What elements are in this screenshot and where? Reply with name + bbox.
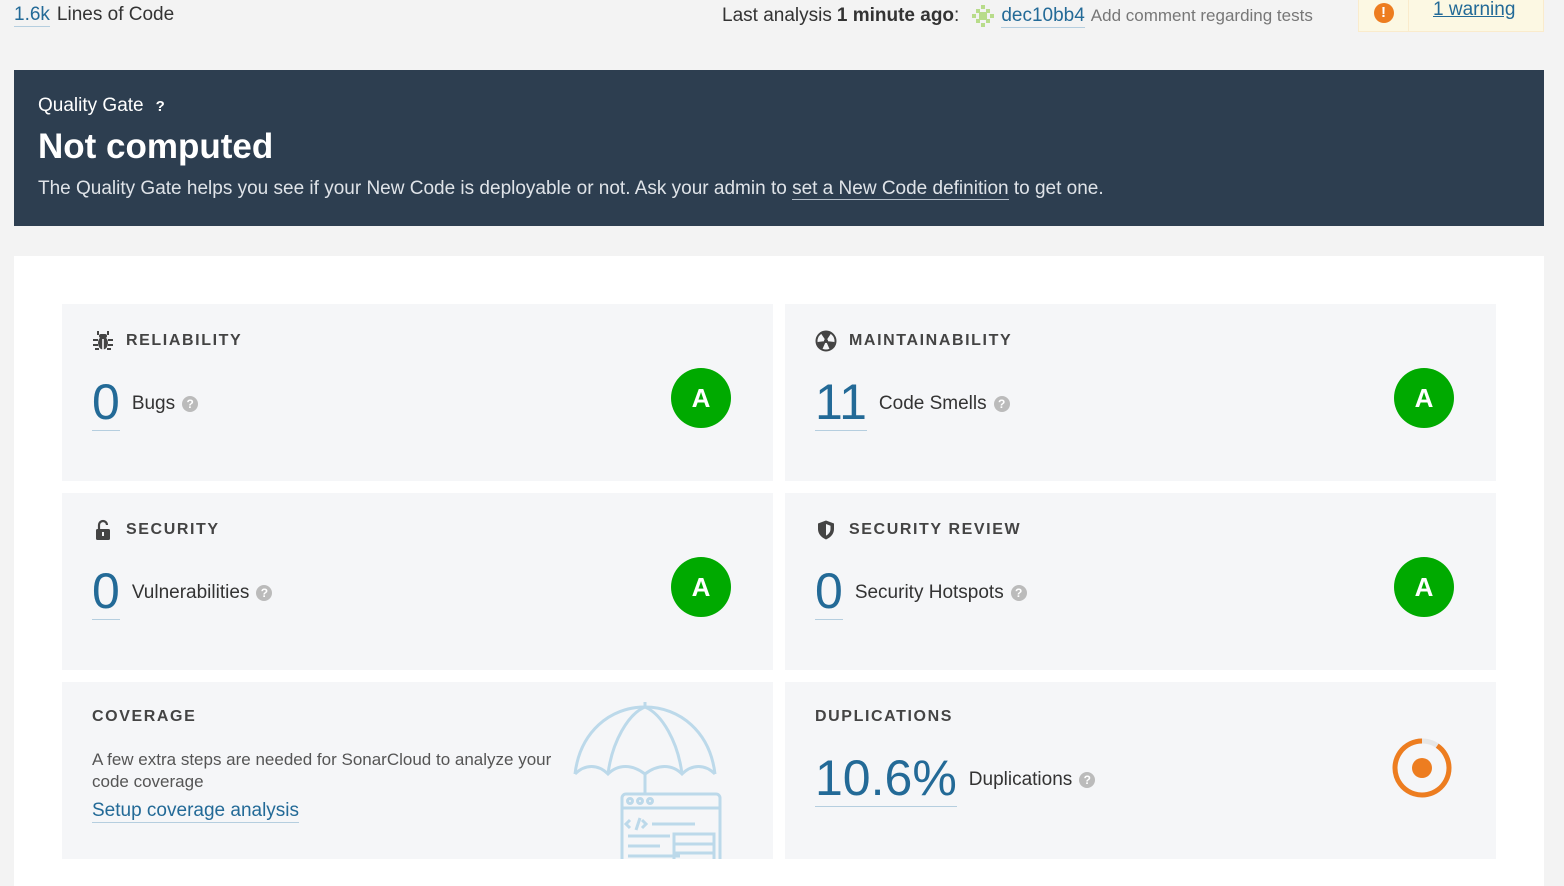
maintainability-title-text: MAINTAINABILITY — [849, 332, 1013, 349]
new-code-definition-link[interactable]: set a New Code definition — [792, 178, 1009, 200]
coverage-title: COVERAGE — [92, 708, 197, 725]
lock-icon — [96, 519, 110, 540]
bugs-help-icon[interactable]: ? — [182, 395, 199, 412]
quality-gate-label-row: Quality Gate ? — [38, 95, 165, 117]
quality-gate-desc-before: The Quality Gate helps you see if your N… — [38, 178, 793, 199]
reliability-rating[interactable]: A — [671, 368, 731, 428]
donut-chart-icon[interactable] — [1390, 736, 1454, 805]
security-rating[interactable]: A — [671, 557, 731, 617]
security-hotspots-label: Security Hotspots — [854, 581, 1004, 603]
commit-avatar-icon — [971, 4, 995, 28]
security-title: SECURITY — [92, 519, 220, 541]
quality-gate-desc-after: to get one. — [1008, 178, 1104, 199]
warning-link[interactable]: 1 warning — [1409, 0, 1515, 31]
coverage-description: A few extra steps are needed for SonarCl… — [92, 750, 552, 791]
maintainability-rating[interactable]: A — [1394, 368, 1454, 428]
lines-of-code: 1.6k Lines of Code — [14, 4, 175, 27]
setup-coverage-link[interactable]: Setup coverage analysis — [92, 800, 300, 823]
vulnerabilities-metric: 0 Vulnerabilities ? — [92, 563, 273, 620]
bugs-value[interactable]: 0 — [92, 374, 120, 431]
umbrella-code-icon — [570, 702, 730, 859]
lines-of-code-label: Lines of Code — [56, 4, 175, 25]
last-analysis-time: 1 minute ago — [836, 5, 955, 26]
warning-icon-cell: ! — [1359, 0, 1409, 31]
last-analysis-colon: : — [954, 5, 960, 26]
duplications-value[interactable]: 10.6% — [815, 750, 957, 807]
quality-gate-description: The Quality Gate helps you see if your N… — [38, 178, 1104, 200]
code-smells-value[interactable]: 11 — [815, 374, 867, 431]
reliability-card: RELIABILITY 0 Bugs ? A — [62, 304, 773, 481]
quality-gate-help-icon[interactable]: ? — [156, 98, 165, 115]
commit-hash-link[interactable]: dec10bb4 — [1001, 5, 1085, 28]
measures-panel: RELIABILITY 0 Bugs ? A MAINTAINABILITY 1… — [14, 256, 1544, 886]
vulnerabilities-value[interactable]: 0 — [92, 563, 120, 620]
security-title-text: SECURITY — [126, 521, 220, 538]
security-review-rating[interactable]: A — [1394, 557, 1454, 617]
radioactive-icon — [815, 330, 837, 352]
quality-gate-label: Quality Gate — [38, 95, 144, 116]
duplications-card: DUPLICATIONS 10.6% Duplications ? — [785, 682, 1496, 859]
quality-gate-status: Not computed — [38, 127, 274, 166]
coverage-card: COVERAGE A few extra steps are needed fo… — [62, 682, 773, 859]
last-analysis-prefix: Last analysis — [722, 5, 832, 26]
security-card: SECURITY 0 Vulnerabilities ? A — [62, 493, 773, 670]
code-smells-metric: 11 Code Smells ? — [815, 374, 1010, 431]
bugs-metric: 0 Bugs ? — [92, 374, 199, 431]
warning-icon: ! — [1373, 3, 1394, 23]
shield-icon — [818, 520, 834, 540]
maintainability-card: MAINTAINABILITY 11 Code Smells ? A — [785, 304, 1496, 481]
maintainability-title: MAINTAINABILITY — [815, 330, 1012, 352]
duplications-label: Duplications — [968, 768, 1073, 790]
code-smells-label: Code Smells — [878, 392, 987, 414]
warning-banner: ! 1 warning — [1358, 0, 1544, 32]
duplications-title: DUPLICATIONS — [815, 708, 954, 725]
security-hotspots-help-icon[interactable]: ? — [1010, 584, 1027, 601]
bugs-label: Bugs — [131, 392, 176, 414]
vulnerabilities-label: Vulnerabilities — [131, 581, 250, 603]
security-review-title: SECURITY REVIEW — [815, 519, 1021, 541]
last-analysis: Last analysis 1 minute ago: dec10bb4 Add… — [722, 4, 1313, 28]
duplications-help-icon[interactable]: ? — [1079, 771, 1096, 788]
reliability-title-text: RELIABILITY — [126, 332, 243, 349]
lines-of-code-value[interactable]: 1.6k — [14, 4, 50, 27]
security-hotspots-value[interactable]: 0 — [815, 563, 843, 620]
security-review-title-text: SECURITY REVIEW — [849, 521, 1022, 538]
quality-gate-panel: Quality Gate ? Not computed The Quality … — [14, 70, 1544, 226]
project-topbar: 1.6k Lines of Code Last analysis 1 minute… — [0, 0, 1564, 36]
duplications-metric: 10.6% Duplications ? — [815, 750, 1096, 807]
security-review-card: SECURITY REVIEW 0 Security Hotspots ? A — [785, 493, 1496, 670]
security-hotspots-metric: 0 Security Hotspots ? — [815, 563, 1027, 620]
commit-message: Add comment regarding tests — [1090, 6, 1313, 25]
reliability-title: RELIABILITY — [92, 330, 242, 352]
vulnerabilities-help-icon[interactable]: ? — [256, 584, 273, 601]
bug-icon — [93, 331, 113, 350]
code-smells-help-icon[interactable]: ? — [993, 395, 1010, 412]
